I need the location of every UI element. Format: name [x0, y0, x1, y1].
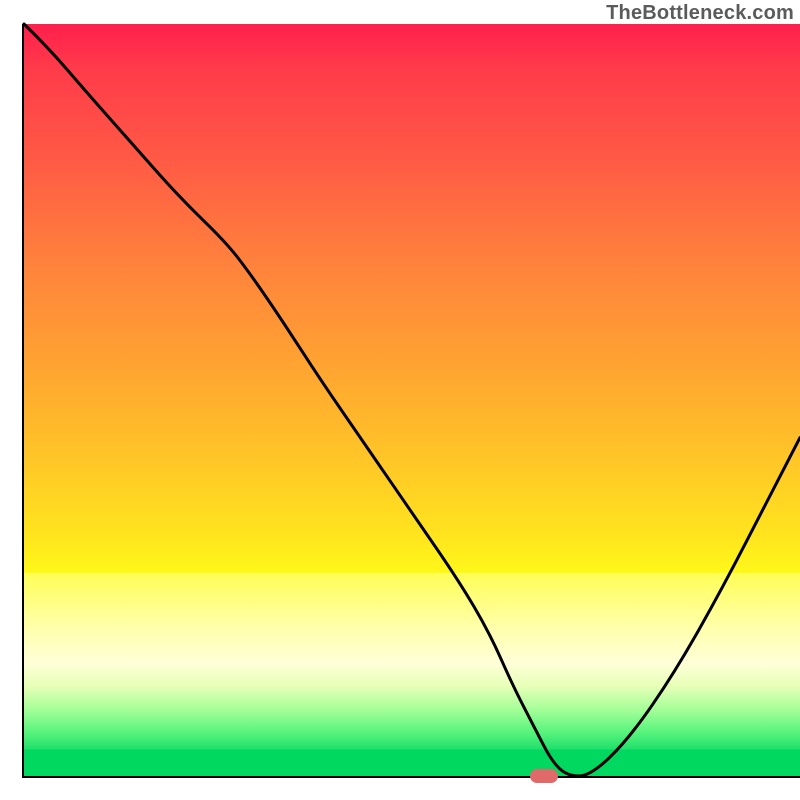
- bottleneck-curve: [24, 24, 800, 776]
- chart-container: TheBottleneck.com: [0, 0, 800, 800]
- curve-path: [24, 24, 800, 776]
- x-axis: [22, 776, 800, 778]
- watermark-text: TheBottleneck.com: [606, 2, 794, 25]
- optimum-marker: [530, 769, 558, 783]
